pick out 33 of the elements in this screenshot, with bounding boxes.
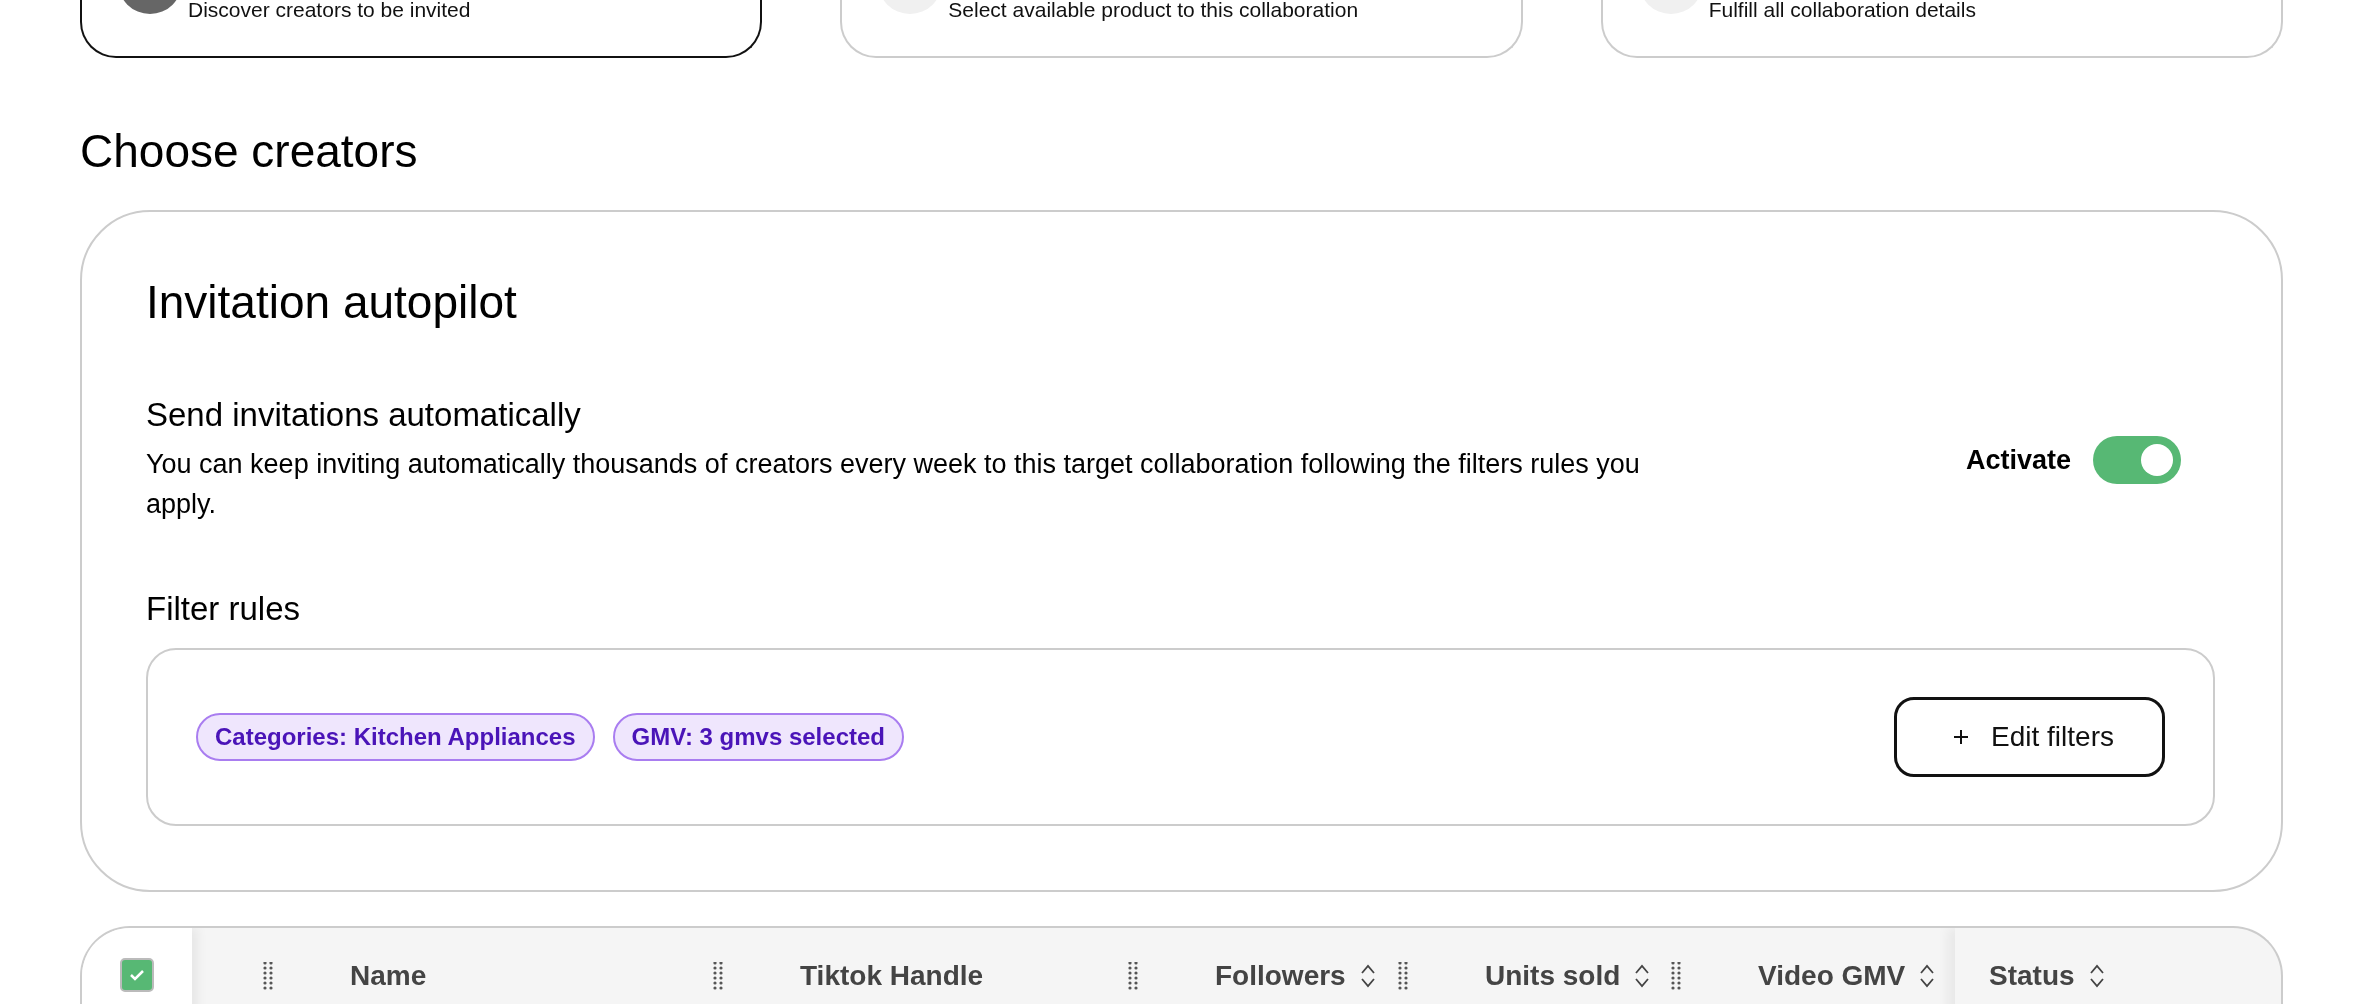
drag-handle-icon[interactable]: [262, 962, 274, 990]
drag-handle-icon[interactable]: [1397, 962, 1409, 990]
sort-icon[interactable]: [2088, 963, 2105, 989]
filter-chip[interactable]: GMV: 3 gmvs selected: [612, 713, 904, 761]
step-card[interactable]: Discover creators to be invited: [80, 0, 763, 58]
step-subtitle: Discover creators to be invited: [188, 0, 471, 22]
column-header[interactable]: Video GMV: [1758, 960, 1936, 992]
card-title: Invitation autopilot: [146, 275, 518, 329]
setting-heading: Send invitations automatically: [146, 396, 582, 434]
filter-rules-heading: Filter rules: [146, 590, 302, 628]
sort-icon[interactable]: [1634, 963, 1651, 989]
toggle-label: Activate: [1965, 444, 2071, 476]
step-subtitle: Select available product to this collaboration: [948, 0, 1359, 22]
column-header[interactable]: Status: [1989, 960, 2105, 992]
drag-handle-icon[interactable]: [1127, 962, 1139, 990]
sort-icon[interactable]: [1359, 963, 1376, 989]
section-title: Choose creators: [80, 124, 419, 178]
activate-toggle[interactable]: [2093, 436, 2181, 484]
column-header[interactable]: Followers: [1215, 960, 1376, 992]
sort-icon[interactable]: [1919, 963, 1936, 989]
column-header[interactable]: Tiktok Handle: [800, 960, 984, 992]
column-header[interactable]: Units sold: [1485, 960, 1651, 992]
plus-icon: [1953, 729, 1970, 745]
step-card[interactable]: Fulfill all collaboration details: [1600, 0, 2283, 58]
step-subtitle: Fulfill all collaboration details: [1708, 0, 1976, 22]
step-card[interactable]: Select available product to this collaboration: [840, 0, 1523, 58]
drag-handle-icon[interactable]: [1670, 962, 1682, 990]
filter-chip[interactable]: Categories: Kitchen Appliances: [196, 713, 595, 761]
drag-handle-icon[interactable]: [712, 962, 724, 990]
edit-filters-button[interactable]: Edit filters: [1894, 697, 2165, 777]
column-header[interactable]: Name: [350, 960, 427, 992]
setting-description: You can keep inviting automatically thousands of creators every week to this target collaboration following the filters rules you apply.: [146, 448, 1641, 521]
select-all-checkbox[interactable]: [120, 958, 154, 992]
